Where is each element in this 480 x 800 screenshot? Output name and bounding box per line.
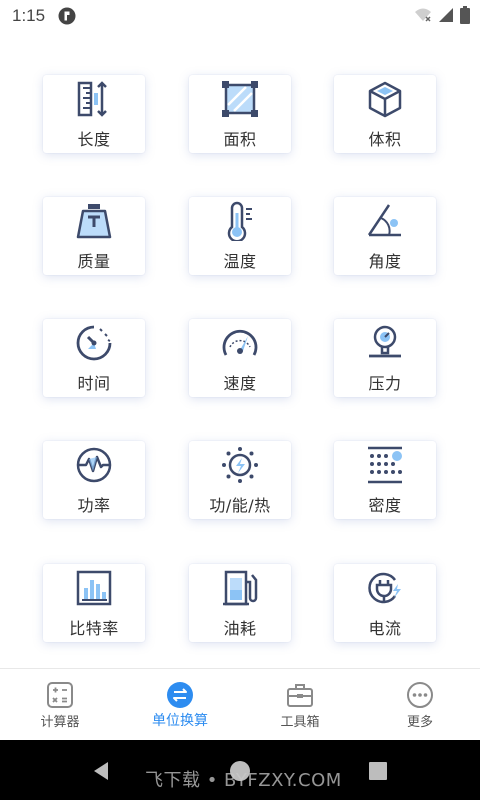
card-current[interactable]: 电流 (334, 564, 436, 642)
card-angle[interactable]: 角度 (334, 197, 436, 275)
card-speed[interactable]: 速度 (189, 319, 291, 397)
fuel-pump-icon (223, 570, 258, 606)
card-label: 温度 (223, 252, 257, 271)
angle-icon (367, 204, 401, 237)
card-time[interactable]: 时间 (43, 319, 145, 397)
notification-icon (58, 7, 76, 25)
status-time: 1:15 (12, 6, 46, 25)
card-label: 功/能/热 (209, 496, 271, 515)
bottom-nav: 计算器 单位换算 工具箱 更多 (0, 668, 480, 740)
nav-unit-conversion[interactable]: 单位换算 (120, 669, 240, 741)
card-label: 质量 (77, 252, 111, 271)
exchange-icon (167, 682, 193, 708)
recents-icon[interactable] (367, 760, 389, 782)
watermark-text: 飞下载 • BYFZXY.COM (145, 770, 342, 791)
density-dots-icon (368, 446, 402, 484)
card-fuel[interactable]: 油耗 (189, 564, 291, 642)
card-label: 面积 (223, 130, 257, 149)
card-power[interactable]: 功率 (43, 441, 145, 519)
card-label: 时间 (77, 374, 111, 393)
nav-more[interactable]: 更多 (360, 669, 480, 741)
card-temperature[interactable]: 温度 (189, 197, 291, 275)
card-label: 油耗 (223, 619, 257, 638)
more-icon (407, 682, 433, 708)
card-label: 长度 (77, 130, 111, 149)
cube-volume-icon (368, 81, 402, 118)
signal-icon (439, 8, 453, 22)
toolbox-icon (287, 684, 313, 707)
weight-scale-icon (76, 204, 112, 239)
card-label: 比特率 (69, 619, 119, 638)
nav-toolbox[interactable]: 工具箱 (240, 669, 360, 741)
card-label: 角度 (368, 252, 402, 271)
card-label: 功率 (77, 496, 111, 515)
battery-icon (460, 6, 470, 24)
clock-icon (76, 325, 112, 361)
back-icon[interactable] (90, 760, 112, 782)
area-square-icon (222, 81, 258, 117)
status-icons (414, 6, 470, 24)
thermometer-icon (227, 201, 252, 241)
card-label: 电流 (368, 619, 402, 638)
card-pressure[interactable]: 压力 (334, 319, 436, 397)
calculator-icon (47, 682, 73, 708)
unit-category-grid: 长度 面积 体积 质量 温度 角度 时间 速度 压力 功率 功/能/热 密度 比… (0, 33, 480, 668)
card-energy[interactable]: 功/能/热 (189, 441, 291, 519)
nav-label: 工具箱 (280, 715, 320, 730)
wifi-icon (415, 8, 431, 22)
pressure-gauge-icon (369, 325, 401, 358)
nav-label: 计算器 (40, 715, 80, 730)
card-label: 密度 (368, 496, 402, 515)
card-mass[interactable]: 质量 (43, 197, 145, 275)
speedometer-icon (222, 329, 258, 356)
system-nav-bar: 飞下载 • BYFZXY.COM (0, 740, 480, 800)
card-bitrate[interactable]: 比特率 (43, 564, 145, 642)
card-density[interactable]: 密度 (334, 441, 436, 519)
card-length[interactable]: 长度 (43, 75, 145, 153)
card-area[interactable]: 面积 (189, 75, 291, 153)
nav-label: 单位换算 (152, 713, 208, 729)
electric-plug-icon (368, 572, 401, 604)
card-label: 压力 (368, 374, 402, 393)
power-pulse-icon (76, 447, 112, 483)
energy-sun-bolt-icon (222, 447, 258, 483)
card-label: 速度 (223, 374, 257, 393)
status-bar: 1:15 (0, 0, 480, 33)
bitrate-bars-icon (76, 570, 112, 606)
nav-calculator[interactable]: 计算器 (0, 669, 120, 741)
nav-label: 更多 (406, 715, 433, 730)
card-volume[interactable]: 体积 (334, 75, 436, 153)
card-label: 体积 (368, 130, 402, 149)
ruler-length-icon (77, 81, 107, 117)
